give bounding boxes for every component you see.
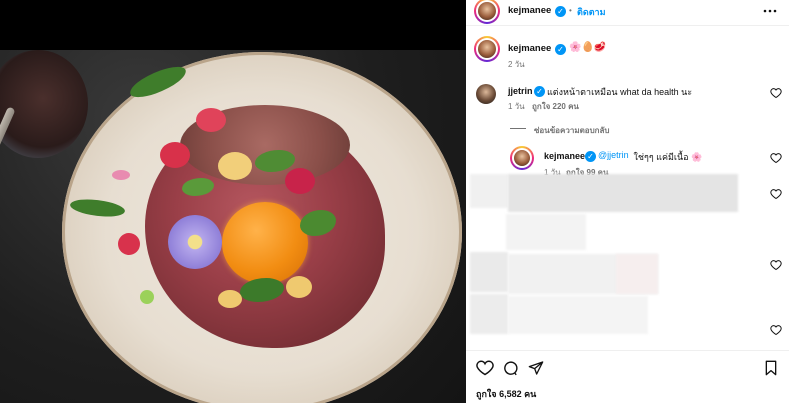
heart-icon[interactable] <box>770 324 782 336</box>
blurred-comment <box>616 254 658 294</box>
post-media[interactable] <box>0 0 466 403</box>
verified-badge-icon: ✓ <box>555 6 566 17</box>
blurred-avatar <box>470 174 508 208</box>
caption-text: 🌸🥚🥩 <box>569 42 607 53</box>
blurred-avatar <box>470 294 508 334</box>
heart-icon[interactable] <box>770 188 782 200</box>
caption-avatar-ring[interactable] <box>474 36 500 62</box>
comment-icon[interactable] <box>502 360 519 377</box>
chili-slice <box>140 290 154 304</box>
story-ring[interactable] <box>474 0 500 24</box>
post-panel: kejmanee ✓ • ติดตาม kejmanee ✓ 🌸🥚🥩 2 วัน… <box>466 0 789 403</box>
author-avatar <box>478 2 496 20</box>
comment-text: แต่งหน้าตาเหมือน what da health นะ <box>547 87 693 97</box>
rose-petal <box>118 233 140 255</box>
blurred-comment <box>506 214 586 250</box>
sauce-cup <box>0 50 88 158</box>
share-icon[interactable] <box>528 360 544 376</box>
food-photo <box>0 50 466 403</box>
header-separator: • <box>569 6 572 15</box>
heart-icon[interactable] <box>770 152 782 164</box>
likes-count[interactable]: ถูกใจ 6,582 คน <box>476 387 536 401</box>
replies-line <box>510 128 526 129</box>
verified-badge-icon: ✓ <box>555 44 566 55</box>
heart-icon[interactable] <box>770 87 782 99</box>
comment-time: 1 วัน <box>508 102 525 111</box>
post-header: kejmanee ✓ • ติดตาม <box>466 0 789 24</box>
reply-username[interactable]: kejmanee <box>544 151 585 161</box>
caption-time: 2 วัน <box>508 60 525 69</box>
reply-avatar <box>514 150 530 166</box>
like-heart-icon[interactable] <box>476 360 494 376</box>
reply-avatar-ring[interactable] <box>510 146 534 170</box>
caption-username[interactable]: kejmanee <box>508 43 551 54</box>
egg-yolk <box>222 202 308 284</box>
comment-likes[interactable]: ถูกใจ 220 คน <box>532 100 579 113</box>
garlic-chip <box>286 276 312 298</box>
blurred-avatar <box>470 252 508 292</box>
blurred-comment <box>508 174 738 212</box>
reply-text: ใช่ๆๆ แค่มีเนื้อ 🌸 <box>631 152 703 162</box>
rose-petal <box>196 108 226 132</box>
heart-icon[interactable] <box>770 259 782 271</box>
more-horizontal-icon[interactable] <box>763 5 777 17</box>
aster-flower <box>168 215 222 269</box>
blurred-comment <box>508 296 648 334</box>
follow-button[interactable]: ติดตาม <box>577 5 606 19</box>
pink-flower <box>112 170 130 180</box>
divider <box>466 25 789 26</box>
reply-mention[interactable]: @jjetrin <box>598 150 629 160</box>
author-username[interactable]: kejmanee <box>508 5 551 16</box>
commenter-avatar[interactable] <box>476 84 496 104</box>
divider <box>466 350 789 351</box>
pink-flower <box>285 168 315 194</box>
garlic-chip <box>218 152 252 180</box>
bookmark-icon[interactable] <box>764 360 778 376</box>
comment-username[interactable]: jjetrin <box>508 86 533 96</box>
garlic-chip <box>218 290 242 308</box>
tomato <box>160 142 190 168</box>
verified-badge-icon: ✓ <box>585 151 596 162</box>
hide-replies-button[interactable]: ซ่อนข้อความตอบกลับ <box>534 124 610 137</box>
caption-avatar <box>478 40 496 58</box>
verified-badge-icon: ✓ <box>534 86 545 97</box>
